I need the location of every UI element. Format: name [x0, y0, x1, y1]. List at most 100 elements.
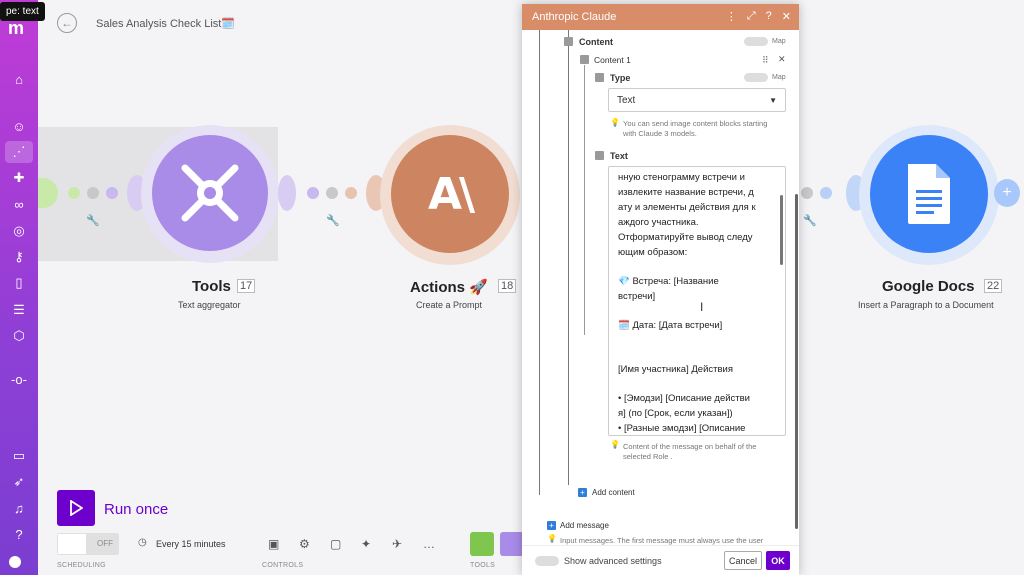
type-map-toggle[interactable] [744, 73, 768, 82]
module-subtitle: Text aggregator [178, 300, 241, 310]
add-content-icon[interactable]: + [578, 488, 587, 497]
expand-icon[interactable]: ⤢ [747, 10, 756, 23]
commit-icon[interactable]: -o- [5, 368, 33, 390]
advanced-settings-label[interactable]: Show advanced settings [564, 556, 662, 566]
gear-icon[interactable]: ⚙ [299, 537, 310, 551]
connector-dot [68, 187, 80, 199]
phone-icon[interactable]: ▯ [5, 272, 33, 294]
type-label: Type [610, 73, 631, 83]
dialog-scrollbar[interactable] [795, 194, 798, 529]
arrow-left-icon[interactable]: ← [57, 13, 77, 33]
connector-dot [87, 187, 99, 199]
connector-dot [801, 187, 813, 199]
database-icon[interactable]: ☰ [5, 299, 33, 321]
map-label: Map [772, 74, 786, 81]
caption-controls: CONTROLS [262, 562, 304, 569]
content-label: Content [579, 37, 613, 47]
content-collapse-icon[interactable] [564, 37, 573, 46]
map-label: Map [772, 38, 786, 45]
google-docs-icon [908, 164, 950, 224]
text-collapse-icon[interactable] [595, 151, 604, 160]
module-settings-dialog: Anthropic Claude ⋮ ⤢ ? ✕ Content Map Con… [522, 4, 799, 575]
clock-icon: ◷ [138, 537, 147, 548]
caption-scheduling: SCHEDULING [57, 562, 106, 569]
flow-control-tool-icon[interactable] [470, 532, 494, 556]
module-title: Google Docs [882, 278, 975, 295]
wrench-icon[interactable]: 🔧 [803, 214, 817, 227]
text-label: Text [610, 151, 628, 161]
airplane-icon[interactable]: ✈ [392, 537, 402, 551]
help-icon[interactable]: ? [766, 10, 772, 23]
play-icon [70, 500, 83, 516]
scheduling-toggle[interactable]: OFF [57, 533, 119, 555]
ok-button[interactable]: OK [766, 551, 790, 570]
puzzle-icon[interactable]: ✚ [5, 167, 33, 189]
left-sidebar: m ⌂ ☺ ⋰ ✚ ∞ ◎ ⚷ ▯ ☰ ⬡ -o- ▭ ➶ ♫ ? [0, 0, 38, 575]
tree-line [584, 65, 585, 335]
chevron-down-icon: ▼ [769, 96, 777, 105]
connector-dot [106, 187, 118, 199]
textarea-scrollbar[interactable] [780, 195, 783, 265]
type-hint: You can send image content blocks starti… [623, 119, 768, 138]
lightbulb-icon: 💡 [610, 440, 620, 449]
dialog-footer: Show advanced settings Cancel OK [522, 545, 799, 575]
scenario-title: Sales Analysis Check List🗓️ [96, 18, 236, 30]
help-icon[interactable]: ? [5, 523, 33, 545]
google-docs-node[interactable] [870, 135, 988, 253]
cube-icon[interactable]: ⬡ [5, 325, 33, 347]
link-icon[interactable]: ∞ [5, 193, 33, 215]
key-icon[interactable]: ⚷ [5, 246, 33, 268]
home-icon[interactable]: ⌂ [5, 68, 33, 90]
anthropic-node[interactable]: A\ [391, 135, 509, 253]
connector-dot [820, 187, 832, 199]
notes-icon[interactable]: ▢ [330, 537, 341, 551]
text-field[interactable]: нную стенограмму встречи и извлеките наз… [608, 166, 786, 436]
toggle-state: OFF [97, 539, 113, 548]
add-message-icon[interactable]: + [547, 521, 556, 530]
add-module-icon[interactable]: + [994, 179, 1020, 207]
lightbulb-icon: 💡 [547, 534, 557, 543]
save-icon[interactable]: ▣ [268, 537, 279, 551]
add-message-link[interactable]: Add message [560, 521, 609, 530]
tools-node[interactable] [152, 135, 268, 251]
globe-icon[interactable]: ◎ [5, 220, 33, 242]
tools-icon [181, 164, 239, 222]
tools-tool-icon[interactable] [500, 532, 524, 556]
tree-line [539, 30, 540, 495]
add-content-link[interactable]: Add content [592, 488, 635, 497]
avatar[interactable] [9, 556, 21, 568]
wrench-icon[interactable]: 🔧 [326, 214, 340, 227]
more-icon[interactable]: … [423, 537, 435, 551]
connector-dot [345, 187, 357, 199]
book-icon[interactable]: ▭ [5, 445, 33, 467]
wrench-icon[interactable]: 🔧 [86, 214, 100, 227]
team-icon[interactable]: ☺ [5, 115, 33, 137]
caption-tools: TOOLS [470, 562, 496, 569]
schedule-value[interactable]: Every 15 minutes [156, 539, 226, 549]
cancel-button[interactable]: Cancel [724, 551, 762, 570]
module-subtitle: Create a Prompt [416, 300, 483, 310]
magic-wand-icon[interactable]: ✦ [361, 537, 371, 551]
module-badge: 17 [237, 279, 256, 293]
content1-collapse-icon[interactable] [580, 55, 589, 64]
more-vert-icon[interactable]: ⋮ [726, 10, 737, 23]
advanced-settings-toggle[interactable] [535, 556, 559, 566]
make-logo[interactable]: m [8, 18, 24, 39]
connector-cap [278, 175, 296, 211]
share-icon[interactable]: ⋰ [5, 141, 33, 163]
connector-dot [326, 187, 338, 199]
run-once-button[interactable] [57, 490, 95, 526]
close-icon[interactable]: ✕ [782, 10, 791, 23]
type-select[interactable]: Text ▼ [608, 88, 786, 112]
drag-handle-icon[interactable]: ⠿ [762, 55, 769, 66]
run-once-label[interactable]: Run once [104, 501, 168, 518]
module-badge: 18 [498, 279, 517, 293]
content1-label: Content 1 [594, 55, 631, 65]
type-collapse-icon[interactable] [595, 73, 604, 82]
rocket-icon[interactable]: ➶ [5, 471, 33, 493]
remove-item-icon[interactable]: ✕ [778, 54, 786, 65]
content-map-toggle[interactable] [744, 37, 768, 46]
bell-icon[interactable]: ♫ [5, 497, 33, 519]
module-title: Actions 🚀 [410, 279, 488, 296]
dialog-title: Anthropic Claude [532, 11, 617, 23]
